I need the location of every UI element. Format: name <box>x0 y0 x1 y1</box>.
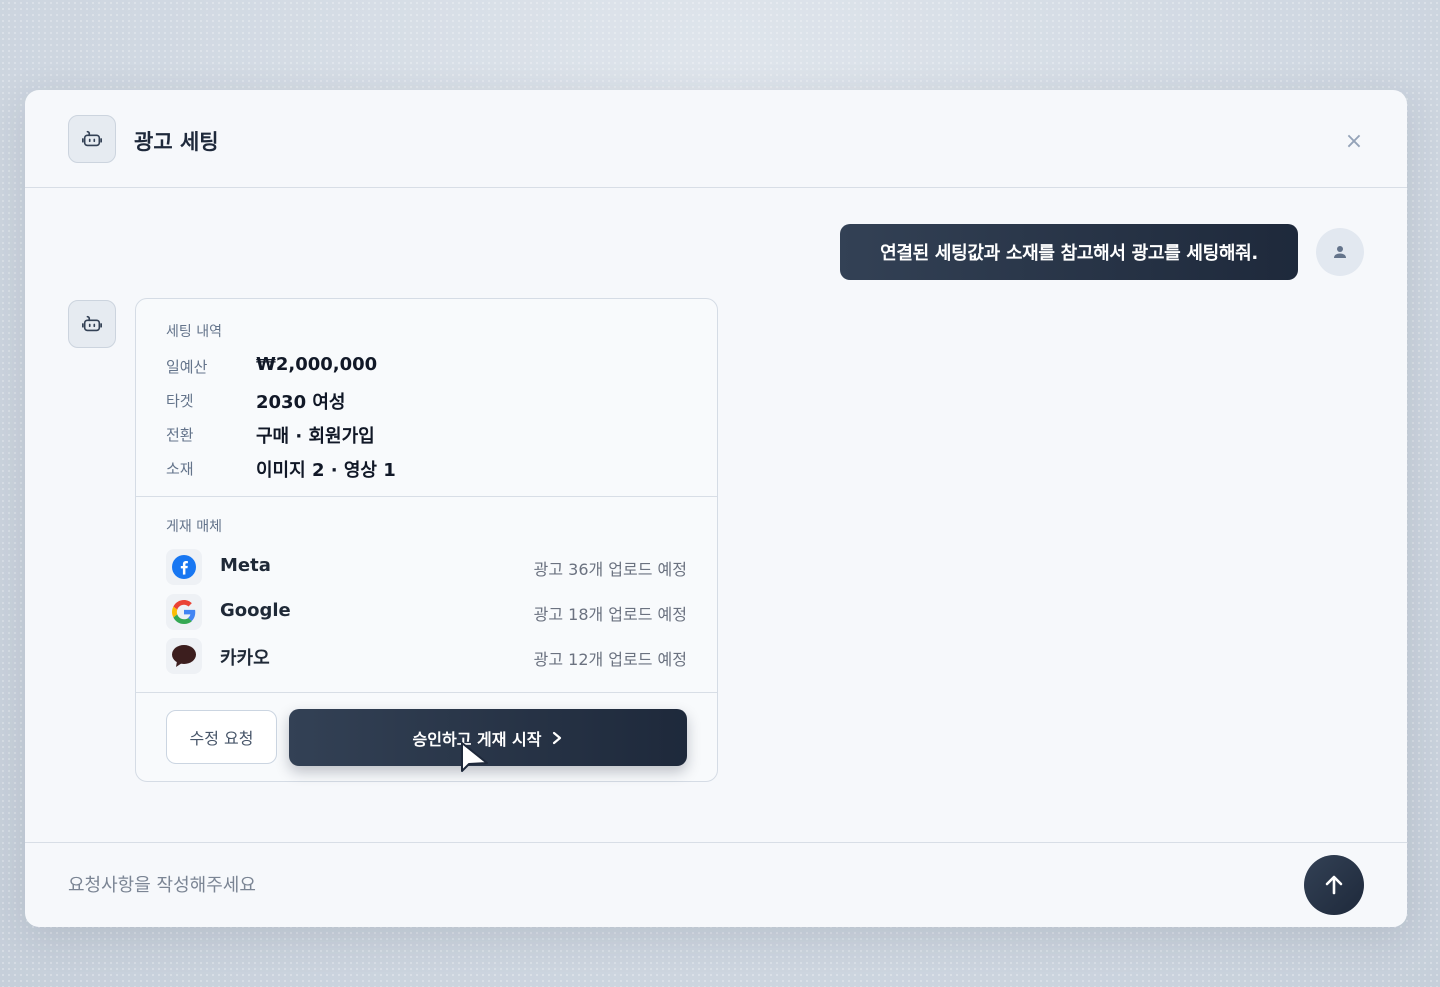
platform-icon-kakao <box>166 638 202 674</box>
chat-window: 광고 세팅 × 연결된 세팅값과 소재를 참고해서 광고를 세팅해줘. 세팅 내… <box>25 90 1407 927</box>
user-icon <box>1334 246 1346 258</box>
send-button[interactable] <box>1304 855 1364 915</box>
platform-name-google: Google <box>220 600 291 621</box>
page-title: 광고 세팅 <box>134 130 219 154</box>
card-divider <box>136 692 717 693</box>
platform-note-kakao: 광고 12개 업로드 예정 <box>533 650 687 669</box>
facebook-icon <box>172 555 196 579</box>
ad-setting-card: 세팅 내역 일예산 ₩2,000,000 타겟 2030 여성 전환 구매 · … <box>135 298 718 782</box>
window-header: 광고 세팅 × <box>25 90 1407 188</box>
edit-request-button[interactable]: 수정 요청 <box>166 710 277 764</box>
bot-message-avatar <box>68 300 116 348</box>
close-icon: × <box>1344 128 1364 154</box>
platforms-section-title: 게재 매체 <box>166 519 222 535</box>
setting-value-conversion: 구매 · 회원가입 <box>256 426 375 447</box>
card-divider <box>136 496 717 497</box>
settings-section-title: 세팅 내역 <box>166 324 222 340</box>
bot-avatar <box>68 115 116 163</box>
setting-value-budget: ₩2,000,000 <box>256 354 378 375</box>
chevron-right-icon <box>553 731 562 744</box>
setting-value-creative: 이미지 2 · 영상 1 <box>256 460 396 481</box>
user-avatar <box>1316 228 1364 276</box>
platform-name-meta: Meta <box>220 555 271 576</box>
arrow-up-icon <box>1325 875 1343 895</box>
robot-icon <box>82 315 102 332</box>
platform-name-kakao: 카카오 <box>220 648 270 669</box>
message-input[interactable] <box>68 863 1248 907</box>
user-message-bubble: 연결된 세팅값과 소재를 참고해서 광고를 세팅해줘. <box>840 224 1298 280</box>
robot-icon <box>82 130 102 147</box>
message-composer <box>25 842 1407 927</box>
platform-note-google: 광고 18개 업로드 예정 <box>533 605 687 624</box>
mouse-cursor-icon <box>461 742 488 772</box>
setting-label-budget: 일예산 <box>166 358 208 376</box>
setting-value-target: 2030 여성 <box>256 392 346 413</box>
platform-icon-google <box>166 594 202 630</box>
close-button[interactable]: × <box>1343 128 1365 154</box>
kakao-icon <box>172 645 196 667</box>
setting-label-conversion: 전환 <box>166 426 194 444</box>
setting-label-creative: 소재 <box>166 460 194 478</box>
platform-note-meta: 광고 36개 업로드 예정 <box>533 560 687 579</box>
user-message-text: 연결된 세팅값과 소재를 참고해서 광고를 세팅해줘. <box>880 243 1258 264</box>
google-icon <box>172 600 196 624</box>
platform-icon-meta <box>166 549 202 585</box>
setting-label-target: 타겟 <box>166 392 194 410</box>
